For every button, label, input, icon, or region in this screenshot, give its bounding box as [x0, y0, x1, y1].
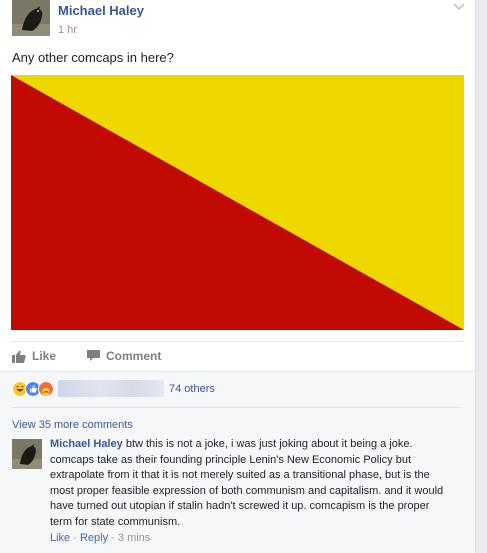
bird-avatar-icon: [12, 439, 42, 469]
like-label: Like: [32, 349, 57, 363]
comment-body: Michael Haley btw this is not a joke, i …: [50, 437, 450, 530]
page-background-strip: [476, 0, 487, 552]
bird-avatar-icon: [12, 0, 50, 36]
comment-bubble-icon: [87, 350, 100, 361]
angry-icon: [38, 381, 54, 397]
comment-author[interactable]: Michael Haley: [50, 438, 123, 450]
author-avatar[interactable]: [12, 0, 50, 36]
meta-separator: ·: [111, 532, 118, 544]
comment-label: Comment: [106, 349, 162, 363]
comment-button[interactable]: Comment: [87, 349, 161, 363]
like-button[interactable]: Like: [12, 349, 56, 363]
meta-separator: ·: [73, 532, 80, 544]
post-timestamp[interactable]: 1 hr: [58, 24, 77, 36]
comment-meta: Like · Reply · 3 mins: [50, 532, 150, 544]
thumbs-up-icon: [12, 350, 26, 363]
view-more-comments-link[interactable]: View 35 more comments: [12, 419, 133, 431]
comment-like-link[interactable]: Like: [50, 532, 70, 544]
post-image-flag[interactable]: [11, 75, 464, 330]
comment-text: btw this is not a joke, i was just jokin…: [50, 438, 444, 528]
divider: [12, 341, 463, 342]
reaction-icons[interactable]: [12, 381, 54, 397]
reactions-others-link[interactable]: 74 others: [169, 383, 215, 395]
commenter-avatar[interactable]: [12, 439, 42, 469]
comment-reply-link[interactable]: Reply: [80, 532, 108, 544]
divider: [12, 407, 463, 408]
blurred-reactor-names: [58, 380, 164, 397]
post-author[interactable]: Michael Haley: [58, 3, 144, 18]
post-text: Any other comcaps in here?: [12, 50, 174, 65]
chevron-down-icon[interactable]: [452, 2, 466, 12]
comment-timestamp[interactable]: 3 mins: [118, 532, 150, 544]
